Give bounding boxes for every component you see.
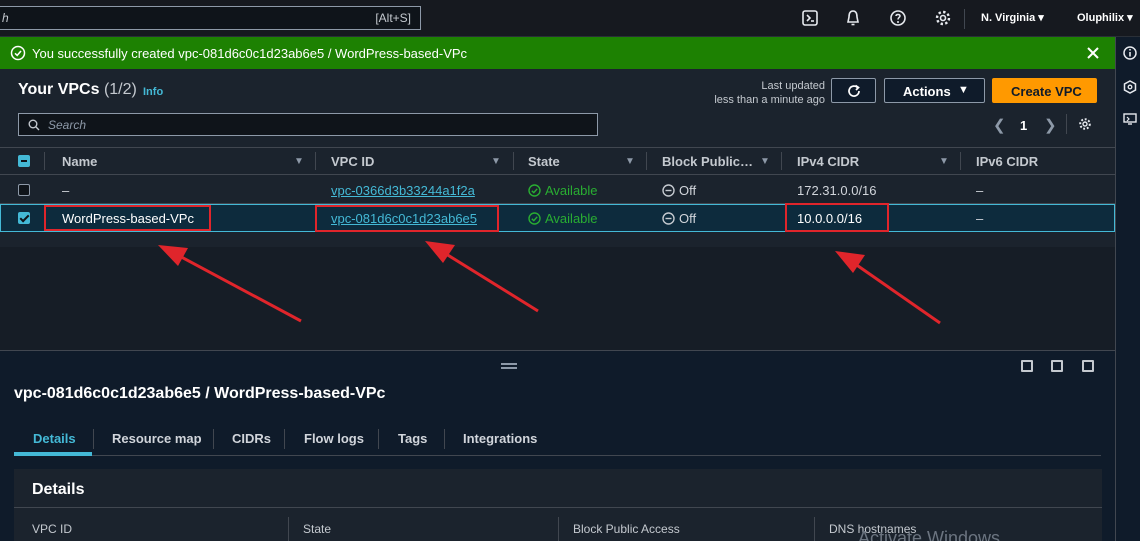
divider (14, 507, 1102, 508)
active-tab-indicator (14, 452, 92, 456)
tab-cidrs[interactable]: CIDRs (232, 431, 271, 446)
tab-integrations[interactable]: Integrations (463, 431, 537, 446)
detail-tabs: Details Resource map CIDRs Flow logs Tag… (14, 423, 1101, 456)
arrow-icon (158, 245, 302, 323)
aws-vpc-console: h [Alt+S] N. Virginia ▾ Oluphilix ▾ You … (0, 0, 1140, 541)
tab-divider (284, 429, 285, 449)
arrow-icon (835, 251, 941, 325)
detail-label-vpc-id: VPC ID (32, 522, 73, 536)
detail-label-block-public-access: Block Public Access (573, 522, 680, 536)
tab-resource-map[interactable]: Resource map (112, 431, 202, 446)
os-watermark: Activate Windows (858, 528, 1001, 541)
resize-handle[interactable] (501, 363, 517, 369)
tab-divider (444, 429, 445, 449)
panel-side-icon[interactable] (1051, 360, 1063, 372)
tab-flow-logs[interactable]: Flow logs (304, 431, 364, 446)
arrow-icon (425, 241, 539, 313)
tab-divider (378, 429, 379, 449)
divider (558, 517, 559, 541)
detail-label-state: State (303, 522, 332, 536)
tab-details[interactable]: Details (33, 431, 76, 446)
panel-bottom-icon[interactable] (1021, 360, 1033, 372)
tab-tags[interactable]: Tags (398, 431, 427, 446)
details-heading: Details (32, 481, 85, 498)
divider (288, 517, 289, 541)
tab-divider (213, 429, 214, 449)
split-panel-title: vpc-081d6c0c1d23ab6e5 / WordPress-based-… (14, 385, 386, 402)
panel-close-icon[interactable] (1082, 360, 1094, 372)
split-panel: vpc-081d6c0c1d23ab6e5 / WordPress-based-… (0, 350, 1115, 541)
tab-divider (93, 429, 94, 449)
divider (814, 517, 815, 541)
